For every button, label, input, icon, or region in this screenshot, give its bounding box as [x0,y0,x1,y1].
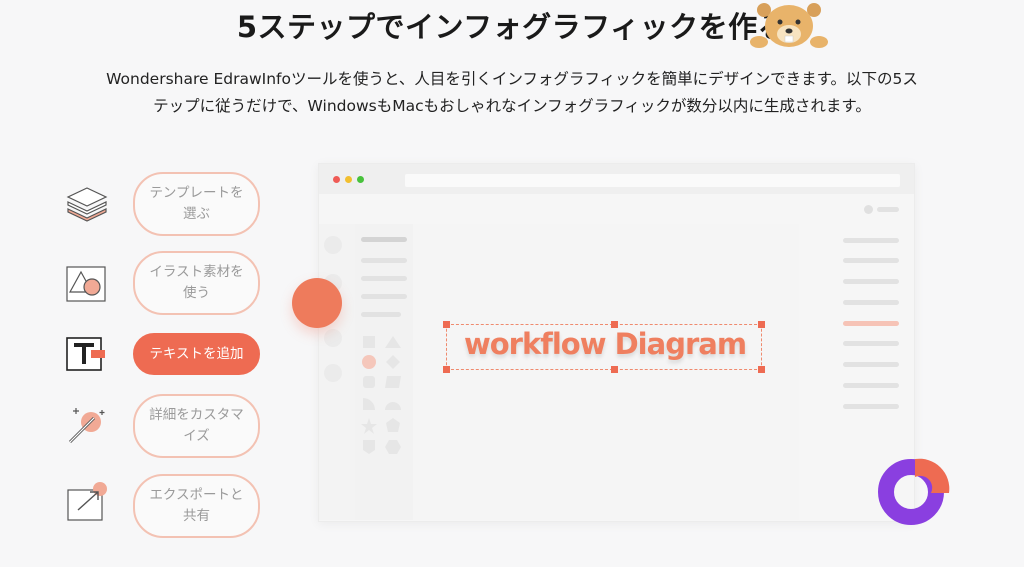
step-button-customize[interactable]: 詳細をカスタマイズ [133,394,260,458]
resize-handle[interactable] [611,321,618,328]
resize-handle[interactable] [443,366,450,373]
step-button-template[interactable]: テンプレートを選ぶ [133,172,260,236]
resize-handle[interactable] [758,321,765,328]
shapes-icon [66,266,106,302]
page-title: 5ステップでインフォグラフィックを作る [236,10,788,44]
resize-handle[interactable] [611,366,618,373]
tool-column [319,224,355,520]
donut-chart-icon [878,458,950,525]
text-icon [66,337,105,371]
close-dot-icon [333,176,340,183]
resize-handle[interactable] [758,366,765,373]
bear-mascot-icon [750,3,828,48]
step-label-illustration: イラスト素材を使う [149,264,244,301]
step-label-add-text: テキストを追加 [149,345,244,362]
window-title-bar [319,164,914,194]
step-label-customize: 詳細をカスタマイズ [149,407,244,444]
maximize-dot-icon [357,176,364,183]
toolbar-line [877,207,899,212]
minimize-dot-icon [345,176,352,183]
selected-text-box[interactable]: workflow Diagram [446,324,762,370]
address-bar [405,174,900,187]
description-line-1: Wondershare EdrawInfoツールを使うと、人目を引くインフォグラ… [106,70,918,88]
magic-wand-icon [68,408,105,444]
step-label-template: テンプレートを選ぶ [149,185,244,222]
step-button-illustration[interactable]: イラスト素材を使う [133,251,260,315]
step-label-export: エクスポートと共有 [149,487,244,524]
step-button-export[interactable]: エクスポートと共有 [133,474,260,538]
layers-icon [66,187,108,222]
description: Wondershare EdrawInfoツールを使うと、人目を引くインフォグラ… [40,66,984,120]
avatar [864,205,873,214]
shape-library-panel [355,224,413,520]
export-icon [67,482,107,521]
resize-handle[interactable] [443,321,450,328]
description-line-2: テップに従うだけで、WindowsもMacもおしゃれなインフォグラフィックが数分… [153,97,871,115]
shape-grid [361,336,401,454]
canvas-area [413,224,799,520]
canvas-text[interactable]: workflow Diagram [447,327,763,361]
decorative-orange-circle [292,278,342,328]
step-button-add-text[interactable]: テキストを追加 [133,333,260,375]
